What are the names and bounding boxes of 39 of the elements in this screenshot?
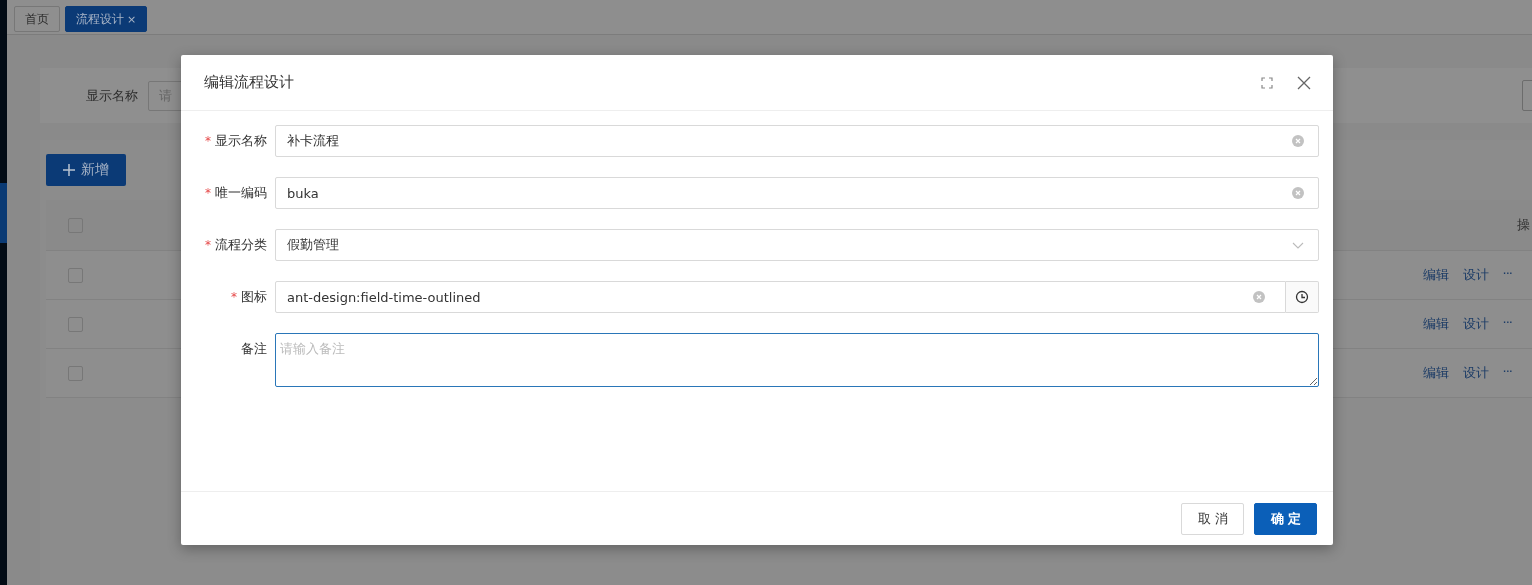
add-button[interactable]: 新增: [46, 154, 126, 186]
tab[interactable]: 流程设计 ×: [65, 6, 148, 32]
close-icon[interactable]: [1297, 75, 1311, 90]
required-mark: *: [205, 238, 211, 252]
confirm-button[interactable]: 确定: [1254, 502, 1317, 535]
required-mark: *: [205, 134, 211, 148]
close-icon[interactable]: ×: [127, 12, 137, 26]
field-label: * 流程分类: [204, 236, 268, 254]
action-link[interactable]: 编辑: [1422, 315, 1449, 333]
field-label: 备注: [240, 340, 268, 358]
more-link[interactable]: ···: [1502, 364, 1512, 382]
required-mark: *: [231, 290, 237, 304]
field-label: * 显示名称: [204, 132, 268, 150]
input-field[interactable]: 补卡流程: [275, 125, 1319, 157]
cancel-button[interactable]: 取消: [1181, 502, 1244, 535]
input-field[interactable]: buka: [275, 177, 1319, 209]
field-label: * 图标: [230, 288, 268, 306]
action-link[interactable]: 编辑: [1422, 364, 1449, 382]
plus-icon: [63, 164, 75, 176]
field-label: 显示名称: [86, 86, 138, 105]
select-field[interactable]: 假勤管理: [275, 229, 1319, 261]
dialog-title: 编辑流程设计: [204, 73, 295, 92]
field-label: * 唯一编码: [204, 184, 268, 202]
clock-icon: [1295, 290, 1309, 304]
action-link[interactable]: 编辑: [1422, 266, 1449, 284]
more-link[interactable]: ···: [1502, 315, 1512, 333]
tab[interactable]: 首页: [14, 6, 60, 32]
column-header: 操: [1517, 216, 1530, 234]
more-link[interactable]: ···: [1502, 266, 1512, 284]
required-mark: *: [205, 186, 211, 200]
input-field[interactable]: ant-design:field-time-outlined: [275, 281, 1286, 313]
action-link[interactable]: 设计: [1462, 364, 1489, 382]
action-link[interactable]: 设计: [1462, 266, 1489, 284]
chevron-down-icon: [1292, 241, 1304, 249]
fullscreen-icon[interactable]: [1261, 76, 1273, 89]
action-link[interactable]: 设计: [1462, 315, 1489, 333]
sidebar-item[interactable]: [0, 183, 7, 243]
icon-picker-button[interactable]: [1286, 281, 1319, 313]
text-area[interactable]: 请输入备注: [275, 333, 1319, 387]
